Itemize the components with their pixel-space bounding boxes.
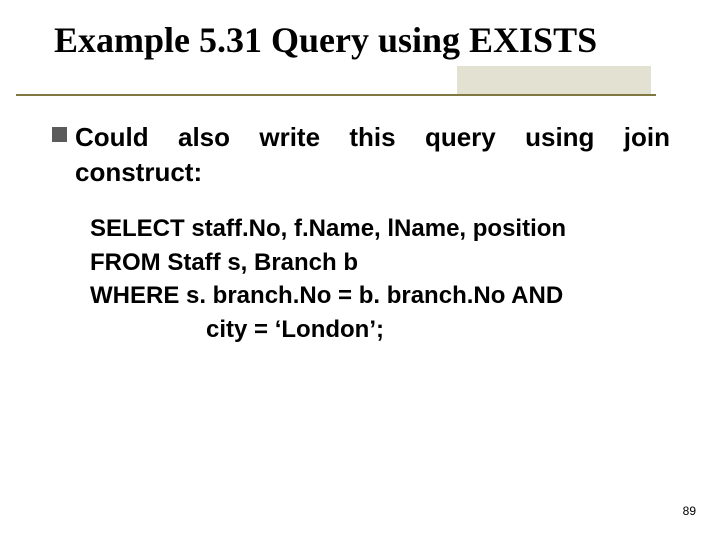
sql-line-from: FROM Staff s, Branch b bbox=[90, 246, 670, 280]
bullet-line-2: construct: bbox=[75, 157, 202, 187]
title-shadow bbox=[457, 66, 651, 94]
square-bullet-icon bbox=[52, 127, 67, 142]
slide-body: Could also write this query using join c… bbox=[52, 120, 670, 347]
bullet-item: Could also write this query using join c… bbox=[52, 120, 670, 190]
title-underline bbox=[16, 94, 656, 96]
slide-title: Example 5.31 Query using EXISTS bbox=[54, 20, 669, 61]
bullet-line-1: Could also write this query using join bbox=[75, 120, 670, 155]
sql-line-select: SELECT staff.No, f.Name, lName, position bbox=[90, 212, 670, 246]
sql-line-where: WHERE s. branch.No = b. branch.No AND bbox=[90, 279, 670, 313]
page-number: 89 bbox=[683, 504, 696, 518]
sql-block: SELECT staff.No, f.Name, lName, position… bbox=[90, 212, 670, 346]
slide: Example 5.31 Query using EXISTS Could al… bbox=[0, 0, 720, 540]
bullet-text: Could also write this query using join c… bbox=[75, 120, 670, 190]
sql-line-city: city = ‘London’; bbox=[206, 313, 670, 347]
title-wrap: Example 5.31 Query using EXISTS bbox=[54, 20, 669, 61]
